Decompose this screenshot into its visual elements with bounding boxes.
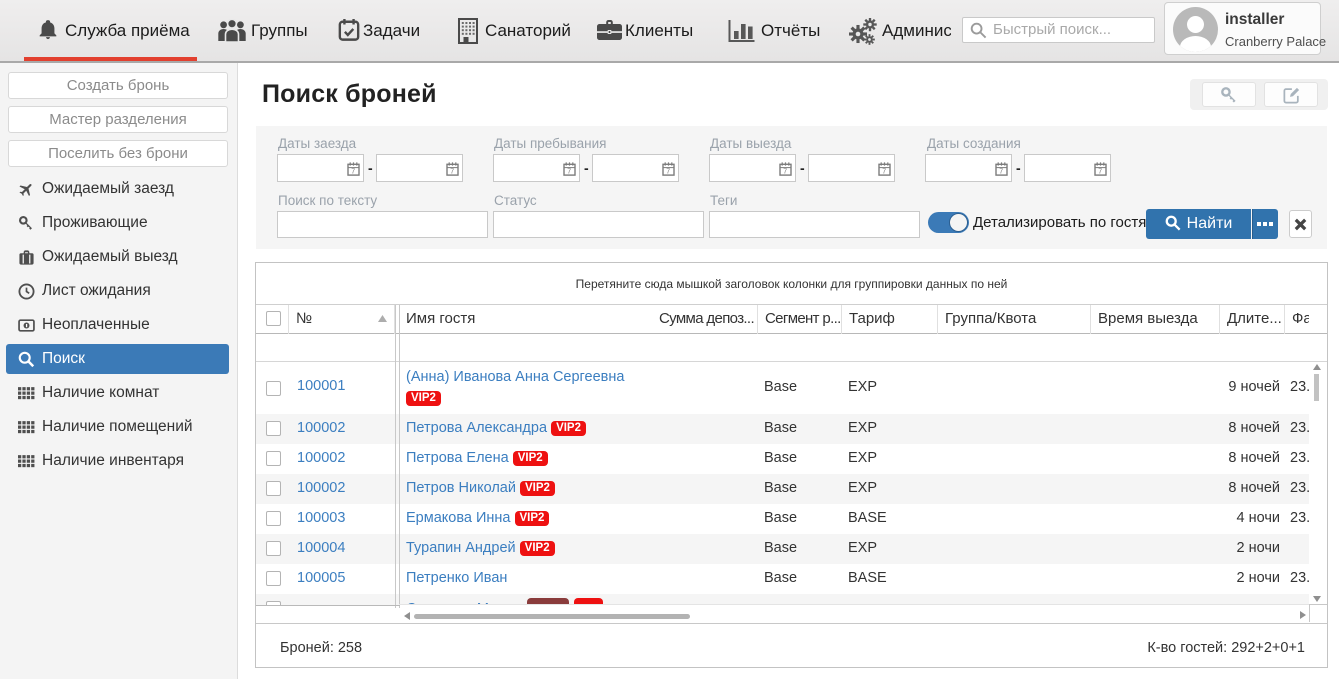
svg-text:7: 7: [666, 169, 670, 176]
svg-text:7: 7: [450, 169, 454, 176]
svg-text:7: 7: [567, 169, 571, 176]
svg-text:7: 7: [1098, 169, 1102, 176]
svg-text:7: 7: [783, 169, 787, 176]
svg-text:7: 7: [999, 169, 1003, 176]
svg-text:7: 7: [351, 169, 355, 176]
svg-text:7: 7: [882, 169, 886, 176]
